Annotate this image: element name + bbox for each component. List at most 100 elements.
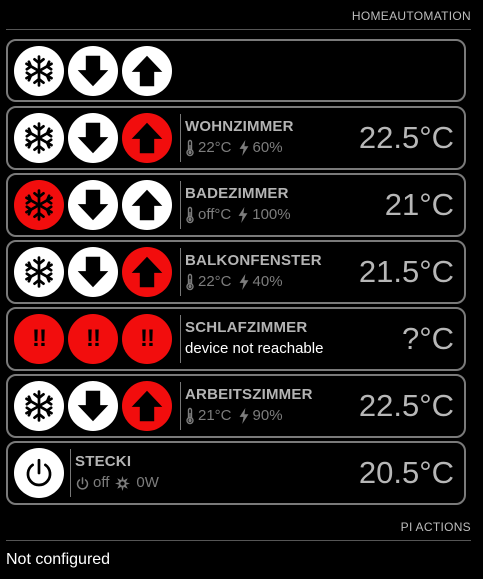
room-info: BALKONFENSTER 22°C 40%	[185, 252, 322, 291]
plug-state: off	[93, 474, 110, 491]
card-divider	[180, 114, 181, 162]
down-button[interactable]	[68, 180, 118, 230]
snowflake-icon	[21, 187, 57, 223]
burst-icon	[115, 476, 130, 491]
frost-button[interactable]	[14, 180, 64, 230]
arrow-up-icon	[129, 388, 165, 424]
current-temp: 22°C	[198, 139, 232, 156]
room-readings: 21°C 90%	[185, 407, 313, 425]
arrow-down-icon	[75, 254, 111, 290]
power-small-icon	[75, 476, 90, 491]
bolt-icon	[238, 408, 250, 424]
arrow-up-icon	[129, 187, 165, 223]
section-divider	[6, 540, 471, 541]
target-temp: ?°C	[401, 321, 454, 356]
card-room-badezimmer: BADEZIMMER off°C 100% 21°C	[6, 173, 466, 237]
status-text: device not reachable	[185, 340, 324, 357]
frost-button[interactable]	[14, 113, 64, 163]
room-name: WOHNZIMMER	[185, 118, 294, 135]
valve-value: 100%	[252, 206, 291, 223]
snowflake-icon	[21, 254, 57, 290]
frost-button[interactable]	[14, 247, 64, 297]
card-divider	[180, 315, 181, 363]
snowflake-icon	[21, 388, 57, 424]
plug-temp: 20.5°C	[358, 455, 454, 490]
valve-value: 40%	[252, 273, 283, 290]
card-divider	[180, 248, 181, 296]
power-icon	[22, 456, 56, 490]
plug-power-button[interactable]	[14, 448, 64, 498]
room-name: BADEZIMMER	[185, 185, 289, 202]
thermometer-icon	[185, 206, 195, 224]
current-temp: off°C	[198, 206, 232, 223]
arrow-down-icon	[75, 388, 111, 424]
exclamation-icon: !!	[140, 325, 155, 352]
all-down-button[interactable]	[68, 45, 118, 96]
all-frost-button[interactable]	[14, 45, 64, 96]
room-status: device not reachable	[185, 340, 323, 358]
arrow-up-icon	[129, 120, 165, 156]
card-plug-stecki: STECKI off 0W 20.5°C	[6, 441, 466, 505]
bolt-icon	[237, 207, 249, 223]
room-readings: off°C 100%	[185, 206, 291, 224]
arrow-up-icon	[129, 254, 165, 290]
valve-value: 90%	[252, 407, 283, 424]
target-temp: 22.5°C	[358, 388, 454, 423]
room-name: SCHLAFZIMMER	[185, 319, 308, 336]
down-button[interactable]	[68, 113, 118, 163]
error-button[interactable]: !!	[68, 314, 118, 364]
snowflake-icon	[21, 120, 57, 156]
bolt-icon	[238, 274, 250, 290]
arrow-up-icon	[129, 53, 165, 89]
current-temp: 21°C	[198, 407, 232, 424]
thermometer-icon	[185, 407, 195, 425]
frost-button[interactable]	[14, 381, 64, 431]
pi-actions-status: Not configured	[6, 551, 111, 568]
card-room-wohnzimmer: WOHNZIMMER 22°C 60% 22.5°C	[6, 106, 466, 170]
room-name: BALKONFENSTER	[185, 252, 322, 269]
card-room-arbeitszimmer: ARBEITSZIMMER 21°C 90% 22.5°C	[6, 374, 466, 438]
target-temp: 22.5°C	[358, 120, 454, 155]
card-all-rooms	[6, 39, 466, 102]
bolt-icon	[238, 140, 250, 156]
room-info: WOHNZIMMER 22°C 60%	[185, 118, 294, 157]
card-divider	[180, 181, 181, 229]
room-readings: 22°C 60%	[185, 139, 294, 157]
room-info: ARBEITSZIMMER 21°C 90%	[185, 386, 313, 425]
thermometer-icon	[185, 139, 195, 157]
up-button[interactable]	[122, 247, 172, 297]
exclamation-icon: !!	[32, 325, 47, 352]
room-readings: 22°C 40%	[185, 273, 322, 291]
plug-readings: off 0W	[75, 474, 159, 492]
current-temp: 22°C	[198, 273, 232, 290]
snowflake-icon	[21, 53, 57, 89]
error-button[interactable]: !!	[14, 314, 64, 364]
card-room-balkonfenster: BALKONFENSTER 22°C 40% 21.5°C	[6, 240, 466, 304]
section-header-homeautomation: HOMEAUTOMATION	[351, 9, 471, 23]
up-button[interactable]	[122, 180, 172, 230]
room-info: SCHLAFZIMMER device not reachable	[185, 319, 323, 358]
section-divider	[6, 29, 471, 30]
all-up-button[interactable]	[122, 45, 172, 96]
down-button[interactable]	[68, 381, 118, 431]
plug-power: 0W	[136, 474, 159, 491]
plug-info: STECKI off 0W	[75, 453, 159, 492]
room-info: BADEZIMMER off°C 100%	[185, 185, 291, 224]
arrow-down-icon	[75, 120, 111, 156]
exclamation-icon: !!	[86, 325, 101, 352]
error-button[interactable]: !!	[122, 314, 172, 364]
plug-name: STECKI	[75, 453, 132, 470]
room-name: ARBEITSZIMMER	[185, 386, 313, 403]
card-room-schlafzimmer: !! !! !! SCHLAFZIMMER device not reachab…	[6, 307, 466, 371]
card-divider	[180, 382, 181, 430]
arrow-down-icon	[75, 187, 111, 223]
target-temp: 21°C	[384, 187, 454, 222]
section-header-pi-actions: PI ACTIONS	[400, 520, 471, 534]
card-divider	[70, 449, 71, 497]
down-button[interactable]	[68, 247, 118, 297]
thermometer-icon	[185, 273, 195, 291]
up-button[interactable]	[122, 113, 172, 163]
target-temp: 21.5°C	[358, 254, 454, 289]
arrow-down-icon	[75, 53, 111, 89]
up-button[interactable]	[122, 381, 172, 431]
